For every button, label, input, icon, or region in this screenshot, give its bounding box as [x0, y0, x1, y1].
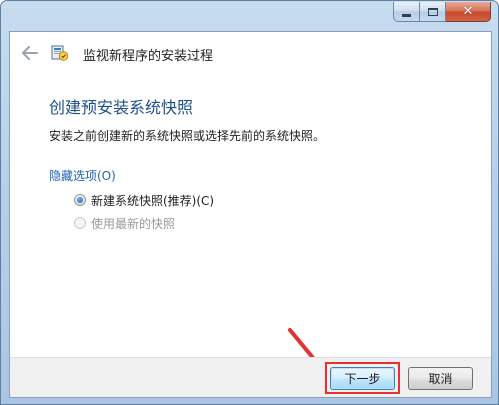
window-title: 监视新程序的安装过程 [83, 49, 214, 64]
content-panel: 创建预安装系统快照 安装之前创建新的系统快照或选择先前的系统快照。 隐藏选项(O… [25, 76, 476, 348]
window-frame: ✕ 监视新程序的安装过程 创建预安装系统快照 安装之前创建新的系统快照或选择先前… [0, 0, 499, 405]
close-icon: ✕ [462, 4, 474, 19]
hide-options-link[interactable]: 隐藏选项(O) [49, 167, 116, 184]
close-button[interactable]: ✕ [446, 2, 491, 22]
maximize-icon [427, 7, 438, 16]
caption-buttons: ✕ [393, 2, 491, 22]
back-arrow-icon [22, 46, 38, 60]
header-row: 监视新程序的安装过程 [10, 32, 491, 76]
option-new-snapshot[interactable]: 新建系统快照(推荐)(C) [74, 192, 214, 208]
cancel-button[interactable]: 取消 [408, 367, 473, 390]
option-latest-snapshot-label: 使用最新的快照 [91, 216, 176, 231]
monitor-install-icon [51, 45, 69, 61]
maximize-button[interactable] [420, 2, 446, 22]
page-heading: 创建预安装系统快照 [49, 98, 194, 117]
option-new-snapshot-label: 新建系统快照(推荐)(C) [91, 193, 215, 208]
next-button[interactable]: 下一步 [330, 367, 395, 390]
radio-latest-snapshot [74, 217, 86, 229]
minimize-button[interactable] [393, 2, 420, 22]
option-latest-snapshot: 使用最新的快照 [74, 215, 175, 231]
dialog-client-area: 监视新程序的安装过程 创建预安装系统快照 安装之前创建新的系统快照或选择先前的系… [9, 31, 492, 398]
radio-new-snapshot[interactable] [74, 194, 86, 206]
back-button[interactable] [20, 43, 40, 63]
minimize-icon [402, 13, 411, 17]
button-bar: 下一步 取消 [10, 357, 491, 397]
page-description: 安装之前创建新的系统快照或选择先前的系统快照。 [49, 129, 326, 143]
